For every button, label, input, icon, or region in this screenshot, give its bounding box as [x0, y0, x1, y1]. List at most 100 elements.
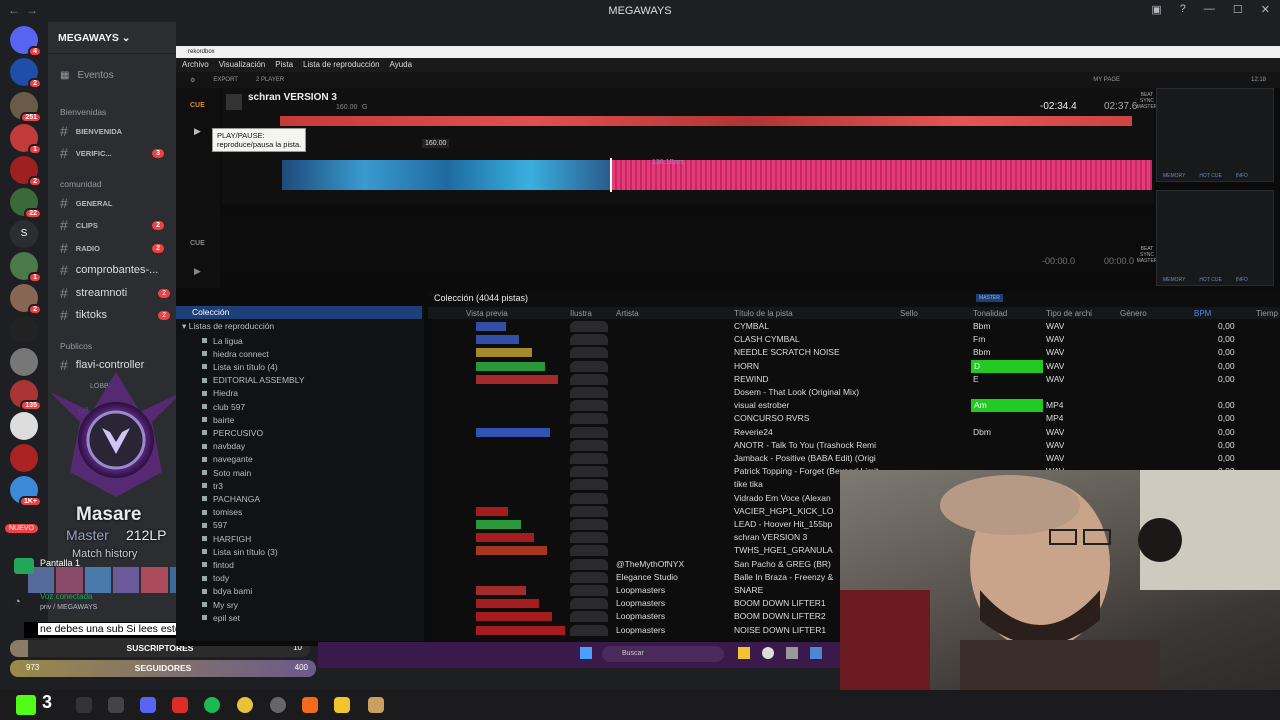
server-icon[interactable]: 1 [10, 124, 42, 155]
tree-playlist-item[interactable]: La ligua [202, 334, 243, 347]
tree-playlist-item[interactable]: tody [202, 572, 229, 585]
tree-playlists[interactable]: ▾ Listas de reproducción [182, 320, 274, 333]
start-icon[interactable] [580, 647, 592, 659]
app-icon[interactable] [172, 697, 188, 713]
menu-lista[interactable]: Lista de reproducción [303, 58, 380, 72]
tree-playlist-item[interactable]: club 597 [202, 400, 245, 413]
server-icon[interactable]: 2 [10, 156, 42, 187]
col-preview[interactable]: Vista previa [466, 307, 508, 320]
tree-playlist-item[interactable]: PERCUSIVO [202, 426, 263, 439]
tree-playlist-item[interactable]: hiedra connect [202, 347, 269, 360]
inbox-icon[interactable]: ▣ [1151, 3, 1161, 16]
preview-waveform[interactable] [476, 533, 534, 543]
col-bpm[interactable]: BPM [1194, 307, 1211, 320]
tree-playlist-item[interactable]: fintod [202, 558, 234, 571]
chrome-icon[interactable] [237, 697, 253, 713]
server-icon[interactable]: 251 [10, 92, 42, 123]
tree-playlist-item[interactable]: Lista sin título (3) [202, 545, 278, 558]
server-icon[interactable] [10, 316, 38, 344]
preview-waveform[interactable] [476, 612, 552, 622]
hotcue-tab-1[interactable]: HOT CUE [1199, 173, 1221, 179]
category-bienvenidas[interactable]: Bienvenidas [60, 107, 106, 117]
tree-playlist-item[interactable]: navbday [202, 440, 245, 453]
table-row[interactable]: CLASH CYMBAL Fm WAV 0,00 [428, 333, 1280, 346]
table-row[interactable]: ANOTR - Talk To You (Trashock Remi WAV 0,0… [428, 439, 1280, 452]
server-icon[interactable]: 2 [10, 284, 42, 315]
preview-waveform[interactable] [476, 625, 565, 635]
table-row[interactable]: NEEDLE SCRATCH NOISE Bbm WAV 0,00 [428, 346, 1280, 359]
memory-tab-1[interactable]: MEMORY [1163, 173, 1185, 179]
discord-icon[interactable] [140, 697, 156, 713]
tree-playlist-item[interactable]: Hiedra [202, 387, 238, 400]
minimize-button[interactable]: — [1204, 3, 1215, 16]
master-button[interactable]: MASTER [976, 294, 1003, 302]
close-button[interactable]: ✕ [1261, 3, 1270, 16]
channel-clips[interactable]: # CLIPS 2 [60, 216, 170, 234]
app-icon[interactable] [302, 697, 318, 713]
app-icon[interactable] [76, 697, 92, 713]
tree-playlist-item[interactable]: navegante [202, 453, 253, 466]
preview-waveform[interactable] [476, 520, 521, 529]
server-icon[interactable]: 135 [10, 380, 42, 411]
server-icon[interactable]: 1 [10, 252, 42, 283]
screen-share-icon[interactable] [14, 558, 34, 574]
cue-button-2[interactable]: CUE [190, 240, 205, 247]
tree-playlist-item[interactable]: epil set [202, 611, 240, 624]
memory-tab-2[interactable]: MEMORY [1163, 277, 1185, 283]
category-publicos[interactable]: Publicos [60, 341, 92, 351]
col-artwork[interactable]: Ilustra [570, 307, 592, 320]
menu-archivo[interactable]: Archivo [182, 58, 209, 72]
deck1-bpm[interactable]: 160.00 [422, 139, 450, 148]
info-tab-2[interactable]: INFO [1236, 277, 1248, 283]
server-icon[interactable] [10, 412, 38, 440]
tree-collection[interactable]: Colección [176, 306, 422, 319]
epic-games-icon[interactable] [108, 697, 124, 713]
tree-playlist-item[interactable]: tomises [202, 506, 242, 519]
deck1-waveform-played[interactable] [282, 160, 612, 190]
beat-sync-2[interactable]: BEAT SYNC MASTER [1136, 246, 1158, 264]
preview-waveform[interactable] [476, 322, 506, 331]
server-icon[interactable]: 2 [10, 58, 42, 89]
spotify-icon[interactable] [204, 697, 220, 713]
channel-radio[interactable]: # RADIO 2 [60, 239, 170, 257]
table-row[interactable]: HORN D WAV 0,00 [428, 359, 1280, 373]
app-icon[interactable] [762, 647, 774, 659]
preview-waveform[interactable] [476, 427, 550, 437]
play-pause-button-2[interactable]: ▶ [194, 266, 201, 277]
obs-icon[interactable] [270, 697, 286, 713]
tree-playlist-item[interactable]: tr3 [202, 479, 223, 492]
preview-waveform[interactable] [476, 348, 532, 358]
folder-icon[interactable] [738, 647, 750, 659]
my-page-button[interactable]: MY PAGE [1093, 77, 1120, 83]
preview-waveform[interactable] [476, 374, 558, 384]
play-pause-button-1[interactable]: ▶ [194, 126, 201, 137]
tree-playlist-item[interactable]: 597 [202, 519, 227, 532]
preview-waveform[interactable] [476, 599, 539, 609]
help-icon[interactable]: ? [1180, 3, 1186, 16]
deck1-overview-waveform[interactable] [280, 116, 1132, 126]
menu-pista[interactable]: Pista [275, 58, 293, 72]
server-icon[interactable] [10, 348, 38, 376]
preview-waveform[interactable] [476, 361, 545, 371]
table-row[interactable]: Dosem - That Look (Original Mix) [428, 386, 1280, 399]
app-icon[interactable] [810, 647, 822, 659]
cue-button-1[interactable]: CUE [190, 102, 205, 109]
col-key[interactable]: Tonalidad [973, 307, 1007, 320]
tree-playlist-item[interactable]: bdya bami [202, 585, 252, 598]
preview-waveform[interactable] [476, 506, 508, 516]
tree-playlist-item[interactable]: Lista sin título (4) [202, 360, 278, 373]
app-icon[interactable] [368, 697, 384, 713]
category-comunidad[interactable]: comunidad [60, 179, 102, 189]
discord-home-icon[interactable]: 4 [10, 26, 42, 57]
events-item[interactable]: ▦ Eventos [60, 66, 114, 84]
menu-ayuda[interactable]: Ayuda [390, 58, 413, 72]
player-mode[interactable]: 2 PLAYER [256, 77, 284, 83]
folder-icon[interactable] [334, 697, 350, 713]
channel-bienvenida[interactable]: # BIENVENIDA [60, 122, 170, 140]
channel-comprobantes[interactable]: # comprobantes-... [60, 261, 158, 279]
hotcue-tab-2[interactable]: HOT CUE [1199, 277, 1221, 283]
server-header[interactable]: MEGAWAYS ⌄ [48, 22, 176, 54]
server-icon[interactable] [10, 444, 38, 472]
tree-playlist-item[interactable]: EDITORIAL ASSEMBLY [202, 374, 305, 387]
beat-sync-1[interactable]: BEAT SYNC MASTER [1136, 92, 1158, 110]
